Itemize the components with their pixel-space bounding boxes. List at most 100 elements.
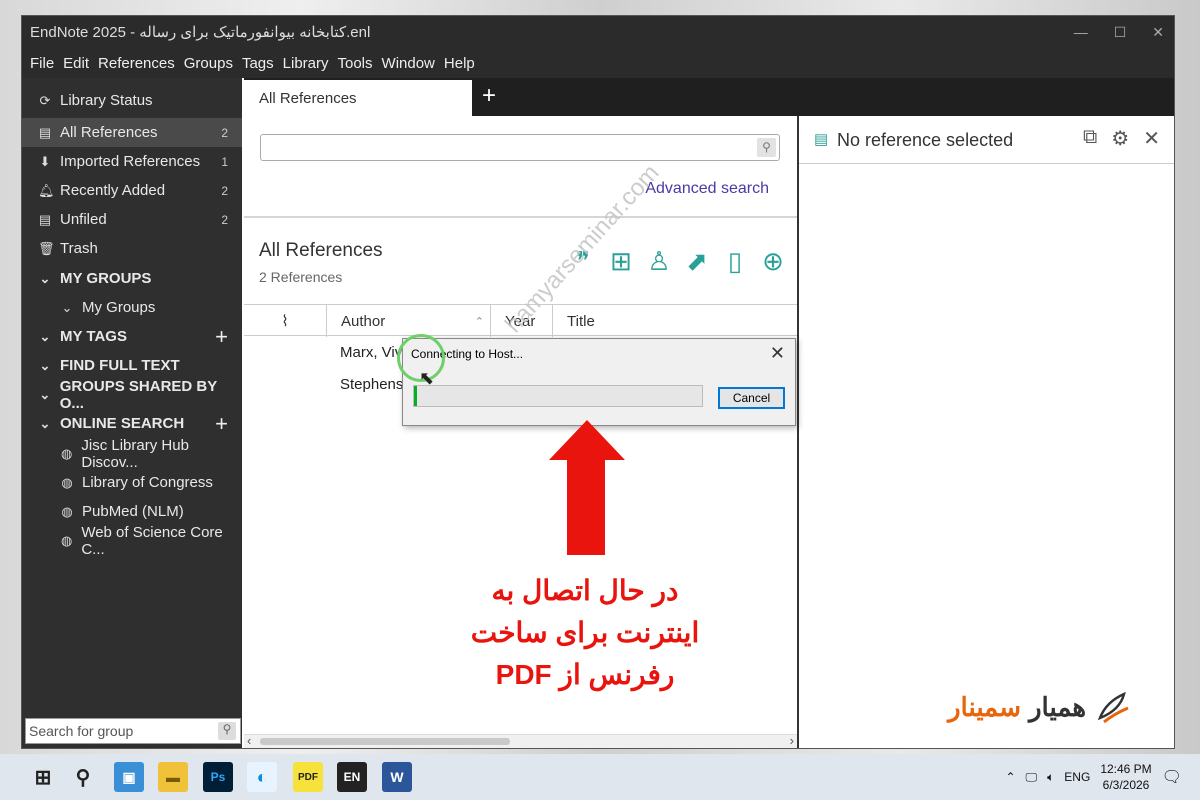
- menu-window[interactable]: Window: [382, 55, 435, 72]
- document-icon: ▤: [38, 211, 52, 227]
- file-explorer-icon[interactable]: ▬: [158, 762, 188, 792]
- globe-icon: ◍: [61, 474, 73, 490]
- sidebar-item-trash[interactable]: 🗑︎ Trash: [22, 234, 242, 263]
- language-indicator[interactable]: ENG: [1064, 770, 1090, 784]
- mouse-cursor-icon: ⬉: [419, 368, 435, 388]
- sidebar-header-my-groups[interactable]: ⌄ MY GROUPS: [22, 264, 242, 293]
- reference-count: 2 References: [259, 269, 343, 285]
- chevron-down-icon: ⌄: [39, 357, 51, 373]
- horizontal-scrollbar[interactable]: ‹ ›: [244, 733, 797, 748]
- sidebar-item-recently-added[interactable]: 🔔︎ Recently Added 2: [22, 176, 242, 205]
- divider: [244, 216, 797, 218]
- network-icon[interactable]: 🖵︎: [1026, 770, 1038, 785]
- sync-icon: ⟳: [39, 92, 51, 108]
- chevron-down-icon: ⌄: [61, 299, 73, 315]
- menu-file[interactable]: File: [30, 55, 54, 72]
- notification-icon[interactable]: 🗨︎: [1162, 767, 1182, 787]
- sidebar-library-status[interactable]: ⟳ Library Status: [22, 86, 242, 115]
- globe-icon[interactable]: ⊕: [758, 244, 788, 278]
- tab-all-references[interactable]: All References: [244, 80, 472, 116]
- menu-edit[interactable]: Edit: [63, 55, 89, 72]
- edge-icon[interactable]: ◐: [247, 762, 277, 792]
- detail-title: No reference selected: [837, 130, 1014, 150]
- gear-icon[interactable]: ⚙: [1111, 126, 1129, 151]
- pdf-reader-icon[interactable]: PDF: [293, 762, 323, 792]
- menu-groups[interactable]: Groups: [184, 55, 233, 72]
- new-reference-icon[interactable]: ⊞: [606, 244, 636, 278]
- sidebar-header-find-full-text[interactable]: ⌄ FIND FULL TEXT: [22, 351, 242, 380]
- sidebar-item-all-references[interactable]: ▤ All References 2: [22, 118, 242, 147]
- scroll-left-icon[interactable]: ‹: [247, 733, 251, 748]
- window-title: EndNote 2025 - کتابخانه بیوانفورماتیک بر…: [30, 24, 371, 41]
- sidebar-online-item[interactable]: ◍ Web of Science Core C...: [22, 524, 242, 558]
- sidebar-header-my-tags[interactable]: ⌄ MY TAGS +: [22, 322, 242, 351]
- search-icon[interactable]: ⚲: [218, 722, 236, 740]
- endnote-icon[interactable]: EN: [337, 762, 367, 792]
- bell-icon: 🔔︎: [38, 182, 55, 198]
- chevron-up-icon[interactable]: ⌃: [1005, 770, 1015, 784]
- sidebar-online-item[interactable]: ◍ PubMed (NLM): [22, 497, 242, 526]
- volume-icon[interactable]: 🔈︎: [1047, 770, 1054, 785]
- search-input[interactable]: ⚲: [260, 134, 780, 161]
- sidebar-header-online-search[interactable]: ⌄ ONLINE SEARCH +: [22, 409, 242, 438]
- overlay-caption: در حال اتصال به اینترنت برای ساخت رفرنس …: [430, 570, 740, 714]
- add-tag-icon[interactable]: +: [215, 324, 228, 350]
- title-bar: EndNote 2025 - کتابخانه بیوانفورماتیک بر…: [22, 16, 1174, 48]
- progress-fill: [414, 386, 417, 406]
- add-online-search-icon[interactable]: +: [215, 411, 228, 437]
- sidebar-item-imported[interactable]: ⬇ Imported References 1: [22, 147, 242, 176]
- sidebar-item-unfiled[interactable]: ▤ Unfiled 2: [22, 205, 242, 234]
- menu-help[interactable]: Help: [444, 55, 475, 72]
- pdf-import-icon[interactable]: ▯: [720, 244, 750, 278]
- control-panel-icon[interactable]: ▣: [114, 762, 144, 792]
- document-icon: ▤: [38, 124, 52, 140]
- clock[interactable]: 12:46 PM 6/3/2026: [1100, 761, 1151, 793]
- group-search-input[interactable]: Search for group ⚲: [25, 718, 241, 744]
- close-dialog-icon[interactable]: ✕: [770, 343, 785, 364]
- attachment-column[interactable]: ⌇: [244, 305, 326, 337]
- close-window-icon[interactable]: ✕: [1152, 24, 1164, 41]
- scroll-right-icon[interactable]: ›: [790, 733, 794, 748]
- menu-tools[interactable]: Tools: [338, 55, 373, 72]
- title-column[interactable]: Title: [552, 305, 797, 337]
- open-external-icon[interactable]: ⧉: [1083, 126, 1097, 151]
- word-icon[interactable]: W: [382, 762, 412, 792]
- sidebar-online-item[interactable]: ◍ Jisc Library Hub Discov...: [22, 437, 242, 471]
- sort-asc-icon: ⌃: [474, 315, 484, 328]
- menu-references[interactable]: References: [98, 55, 175, 72]
- share-user-icon[interactable]: ♙: [644, 244, 674, 278]
- sidebar-header-groups-shared[interactable]: ⌄ GROUPS SHARED BY O...: [22, 378, 242, 412]
- search-icon[interactable]: ⚲: [68, 762, 98, 792]
- add-tab-icon[interactable]: +: [482, 82, 496, 110]
- menu-library[interactable]: Library: [283, 55, 329, 72]
- library-title: All References: [259, 240, 383, 261]
- table-row[interactable]: Marx, Vivi: [340, 344, 406, 361]
- sidebar: ⟳ Library Status ▤ All References 2 ⬇ Im…: [22, 78, 242, 748]
- logo-mark-icon: [1094, 688, 1132, 726]
- chevron-down-icon: ⌄: [39, 415, 51, 431]
- chevron-down-icon: ⌄: [39, 386, 51, 402]
- author-column[interactable]: Author ⌃: [326, 305, 490, 337]
- minimize-icon[interactable]: —: [1074, 24, 1088, 40]
- maximize-icon[interactable]: ☐: [1114, 24, 1127, 41]
- table-row[interactable]: Stephens,: [340, 376, 408, 393]
- advanced-search-link[interactable]: Advanced search: [645, 180, 769, 198]
- chevron-down-icon: ⌄: [39, 270, 51, 286]
- hamyar-logo: همیار سمینار: [948, 685, 1168, 729]
- sidebar-online-item[interactable]: ◍ Library of Congress: [22, 468, 242, 497]
- import-icon: ⬇: [39, 153, 51, 169]
- connecting-dialog: Connecting to Host... ✕ Cancel: [402, 338, 796, 426]
- chevron-down-icon: ⌄: [39, 328, 51, 344]
- scroll-thumb[interactable]: [260, 738, 510, 745]
- close-panel-icon[interactable]: ✕: [1143, 126, 1160, 151]
- export-arrow-icon[interactable]: ⬈: [682, 244, 712, 278]
- tab-bar: All References +: [244, 78, 1174, 116]
- windows-start-icon[interactable]: ⊞: [28, 762, 58, 792]
- sidebar-item-my-groups[interactable]: ⌄ My Groups: [22, 293, 242, 322]
- reference-detail-pane: ▤ No reference selected ⧉ ⚙ ✕: [797, 116, 1174, 748]
- cancel-button[interactable]: Cancel: [718, 387, 785, 409]
- menu-tags[interactable]: Tags: [242, 55, 274, 72]
- search-icon[interactable]: ⚲: [757, 138, 776, 157]
- photoshop-icon[interactable]: Ps: [203, 762, 233, 792]
- trash-icon: 🗑︎: [38, 240, 55, 256]
